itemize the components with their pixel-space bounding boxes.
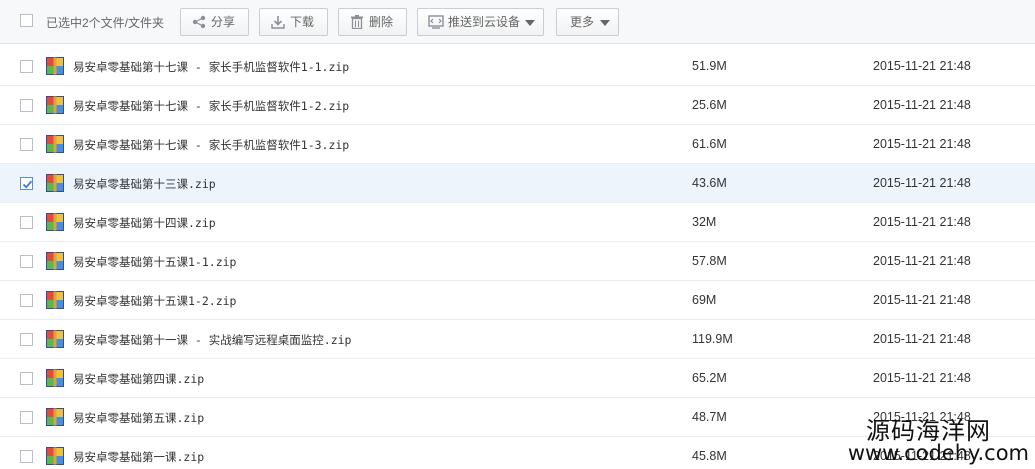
file-size: 32M — [692, 215, 717, 229]
download-label: 下载 — [290, 15, 315, 29]
zip-archive-icon — [46, 135, 64, 153]
zip-archive-icon — [46, 252, 64, 270]
row-checkbox[interactable] — [20, 99, 33, 112]
file-size: 45.8M — [692, 449, 727, 463]
file-row[interactable]: 易安卓零基础第十四课.zip 32M 2015-11-21 21:48 — [0, 203, 1035, 242]
delete-label: 删除 — [369, 15, 394, 29]
file-name[interactable]: 易安卓零基础第一课.zip — [73, 449, 204, 465]
file-row[interactable]: 易安卓零基础第四课.zip 65.2M 2015-11-21 21:48 — [0, 359, 1035, 398]
zip-archive-icon — [46, 96, 64, 114]
file-name[interactable]: 易安卓零基础第十三课.zip — [73, 176, 216, 192]
file-name[interactable]: 易安卓零基础第十七课 - 家长手机监督软件1-3.zip — [73, 137, 349, 153]
row-checkbox[interactable] — [20, 216, 33, 229]
toolbar: 已选中2个文件/文件夹 分享 下载 删除 推送到云设备 更多 — [0, 0, 1035, 44]
file-date: 2015-11-21 21:48 — [873, 332, 971, 346]
zip-archive-icon — [46, 174, 64, 192]
row-checkbox[interactable] — [20, 177, 33, 190]
file-size: 48.7M — [692, 410, 727, 424]
select-all-checkbox[interactable] — [20, 14, 33, 27]
file-date: 2015-11-21 21:48 — [873, 254, 971, 268]
file-name[interactable]: 易安卓零基础第十一课 - 实战编写远程桌面监控.zip — [73, 332, 351, 348]
checkmark-icon — [22, 180, 33, 189]
watermark: 源码海洋网 www.codehy.com — [847, 411, 1031, 469]
file-row[interactable]: 易安卓零基础第十七课 - 家长手机监督软件1-2.zip 25.6M 2015-11… — [0, 86, 1035, 125]
file-name[interactable]: 易安卓零基础第十五课1-2.zip — [73, 293, 236, 309]
share-button[interactable]: 分享 — [180, 8, 249, 36]
zip-archive-icon — [46, 291, 64, 309]
selection-count-text: 已选中2个文件/文件夹 — [46, 16, 165, 30]
file-size: 25.6M — [692, 98, 727, 112]
push-label: 推送到云设备 — [448, 15, 521, 29]
file-size: 65.2M — [692, 371, 727, 385]
file-date: 2015-11-21 21:48 — [873, 137, 971, 151]
download-button[interactable]: 下载 — [259, 8, 328, 36]
zip-archive-icon — [46, 369, 64, 387]
share-label: 分享 — [211, 15, 236, 29]
file-row[interactable]: 易安卓零基础第十五课1-2.zip 69M 2015-11-21 21:48 — [0, 281, 1035, 320]
file-size: 51.9M — [692, 59, 727, 73]
file-size: 119.9M — [692, 332, 733, 346]
file-date: 2015-11-21 21:48 — [873, 371, 971, 385]
file-name[interactable]: 易安卓零基础第十七课 - 家长手机监督软件1-2.zip — [73, 98, 349, 114]
file-size: 69M — [692, 293, 717, 307]
file-name[interactable]: 易安卓零基础第十四课.zip — [73, 215, 216, 231]
chevron-down-icon — [600, 20, 610, 26]
more-button[interactable]: 更多 — [556, 8, 619, 36]
more-label: 更多 — [570, 15, 595, 29]
file-name[interactable]: 易安卓零基础第四课.zip — [73, 371, 204, 387]
file-name[interactable]: 易安卓零基础第十五课1-1.zip — [73, 254, 236, 270]
zip-archive-icon — [46, 408, 64, 426]
file-row[interactable]: 易安卓零基础第十三课.zip 43.6M 2015-11-21 21:48 — [0, 164, 1035, 203]
row-checkbox[interactable] — [20, 60, 33, 73]
watermark-url: www.codehy.com — [847, 441, 1029, 465]
zip-archive-icon — [46, 447, 64, 465]
row-checkbox[interactable] — [20, 450, 33, 463]
zip-archive-icon — [46, 57, 64, 75]
file-date: 2015-11-21 21:48 — [873, 293, 971, 307]
zip-archive-icon — [46, 213, 64, 231]
download-icon — [271, 16, 285, 29]
file-row[interactable]: 易安卓零基础第十七课 - 家长手机监督软件1-1.zip 51.9M 2015-11… — [0, 47, 1035, 86]
delete-button[interactable]: 删除 — [338, 8, 407, 36]
cloud-device-icon — [428, 15, 444, 29]
zip-archive-icon — [46, 330, 64, 348]
file-date: 2015-11-21 21:48 — [873, 176, 971, 190]
file-name[interactable]: 易安卓零基础第五课.zip — [73, 410, 204, 426]
trash-icon — [351, 15, 363, 29]
file-row[interactable]: 易安卓零基础第十七课 - 家长手机监督软件1-3.zip 61.6M 2015-11… — [0, 125, 1035, 164]
file-row[interactable]: 易安卓零基础第十五课1-1.zip 57.8M 2015-11-21 21:48 — [0, 242, 1035, 281]
push-to-cloud-device-button[interactable]: 推送到云设备 — [417, 8, 544, 36]
row-checkbox[interactable] — [20, 411, 33, 424]
row-checkbox[interactable] — [20, 333, 33, 346]
row-checkbox[interactable] — [20, 255, 33, 268]
row-checkbox[interactable] — [20, 138, 33, 151]
row-checkbox[interactable] — [20, 372, 33, 385]
file-name[interactable]: 易安卓零基础第十七课 - 家长手机监督软件1-1.zip — [73, 59, 349, 75]
chevron-down-icon — [525, 20, 535, 26]
file-size: 43.6M — [692, 176, 727, 190]
file-date: 2015-11-21 21:48 — [873, 215, 971, 229]
file-size: 61.6M — [692, 137, 727, 151]
row-checkbox[interactable] — [20, 294, 33, 307]
file-row[interactable]: 易安卓零基础第十一课 - 实战编写远程桌面监控.zip 119.9M 2015-11… — [0, 320, 1035, 359]
file-size: 57.8M — [692, 254, 727, 268]
share-icon — [192, 15, 206, 29]
file-date: 2015-11-21 21:48 — [873, 98, 971, 112]
file-date: 2015-11-21 21:48 — [873, 59, 971, 73]
